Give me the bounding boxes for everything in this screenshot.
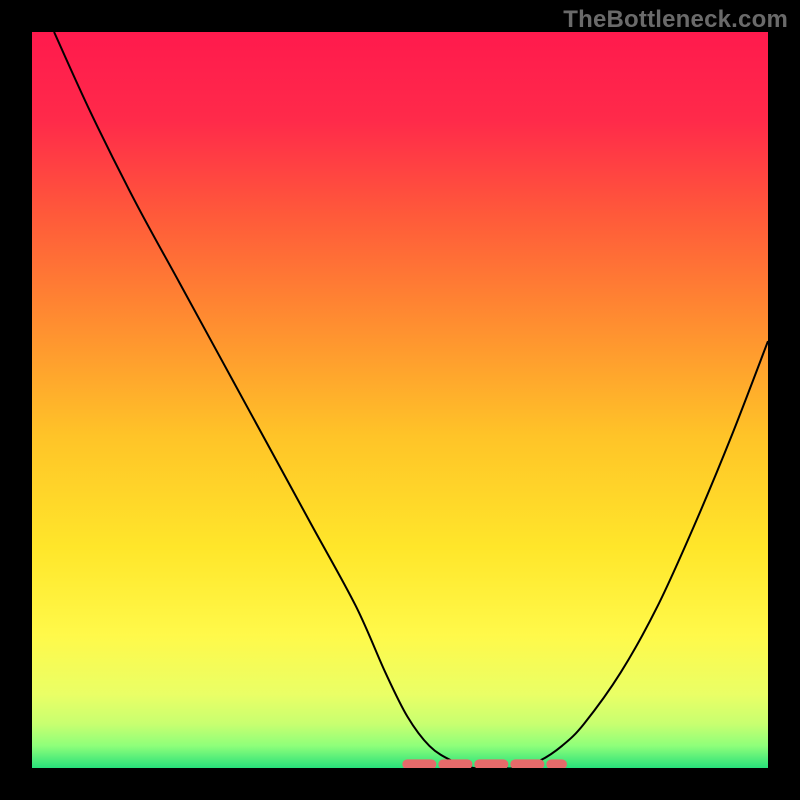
plot-area (32, 32, 768, 768)
gradient-background (32, 32, 768, 768)
chart-svg (32, 32, 768, 768)
watermark-text: TheBottleneck.com (563, 6, 788, 34)
chart-frame: TheBottleneck.com (0, 0, 800, 800)
